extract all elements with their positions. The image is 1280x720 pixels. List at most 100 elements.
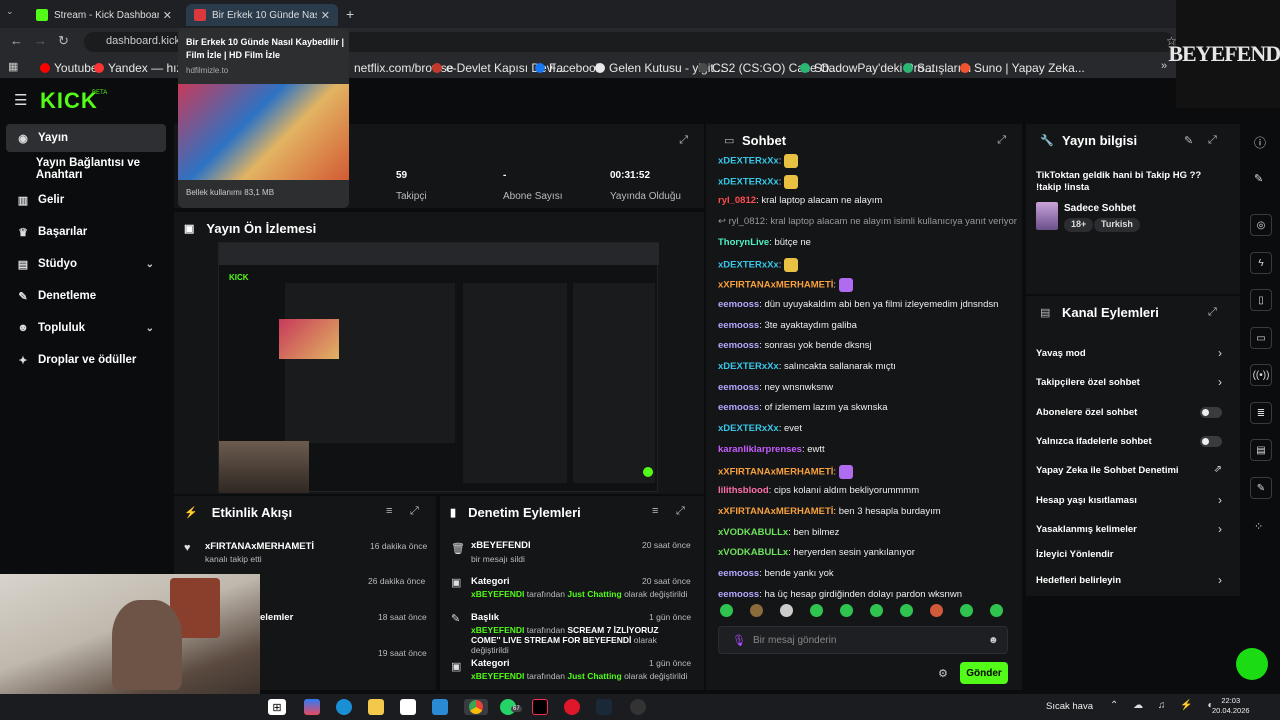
- chat-icon[interactable]: ▭: [1250, 327, 1272, 349]
- chat-username[interactable]: lilithsblood: [718, 485, 769, 496]
- chat-username[interactable]: ryl_0812: [729, 216, 765, 227]
- microphone-icon[interactable]: 🎙: [732, 634, 746, 647]
- chrome-icon[interactable]: [464, 699, 488, 715]
- channel-action-item[interactable]: Takipçilere özel sohbet: [1036, 377, 1140, 388]
- copilot-icon[interactable]: [304, 699, 320, 715]
- mail-icon[interactable]: [432, 699, 448, 715]
- emote-icon[interactable]: [960, 604, 973, 617]
- sidebar-item-droplar[interactable]: ✦ Droplar ve ödüller: [6, 346, 166, 374]
- channel-action-item[interactable]: Yapay Zeka ile Sohbet Denetimi: [1036, 465, 1179, 476]
- close-icon[interactable]: ✕: [163, 9, 172, 22]
- chat-username[interactable]: eemooss: [718, 589, 759, 600]
- chat-input[interactable]: Bir mesaj gönderin: [718, 626, 1008, 654]
- sidebar-item-gelir[interactable]: ▥ Gelir: [6, 186, 166, 214]
- obs-icon[interactable]: [630, 699, 646, 715]
- copy-icon[interactable]: ▯: [1250, 289, 1272, 311]
- back-arrow-icon[interactable]: ←: [10, 33, 23, 48]
- reload-icon[interactable]: ↻: [58, 33, 69, 49]
- expand-icon[interactable]: ⤢: [1208, 134, 1217, 147]
- pencil-icon[interactable]: ✎: [1254, 172, 1263, 185]
- emote-icon[interactable]: [900, 604, 913, 617]
- channel-action-item[interactable]: İzleyici Yönlendir: [1036, 549, 1113, 560]
- emoji-icon[interactable]: ☻: [988, 635, 999, 646]
- emote-icon[interactable]: [990, 604, 1003, 617]
- steam-icon[interactable]: [596, 699, 612, 715]
- chevron-right-icon[interactable]: ›: [1218, 346, 1222, 360]
- external-link-icon[interactable]: ⇗: [1214, 464, 1222, 475]
- chat-username[interactable]: xXFIRTANAxMERHAMETİ: [718, 506, 833, 517]
- chat-username[interactable]: xDEXTERxXx: [718, 156, 779, 167]
- toggle-switch[interactable]: [1200, 436, 1222, 447]
- send-button[interactable]: Gönder: [960, 662, 1008, 684]
- tab-search-chevron-icon[interactable]: ⌄: [6, 6, 14, 17]
- system-tray-icons[interactable]: ⌃ ☁ ♫ ⚡ ◐: [1110, 700, 1219, 711]
- bookmark-suno[interactable]: Suno | Yapay Zeka...: [960, 61, 1085, 75]
- bookmark-facebook[interactable]: Facebook: [535, 61, 602, 75]
- info-icon[interactable]: ⓘ: [1254, 134, 1266, 151]
- tiktok-icon[interactable]: [532, 699, 548, 715]
- chevron-right-icon[interactable]: ›: [1218, 375, 1222, 389]
- sidebar-item-topluluk[interactable]: ☻ Topluluk ⌄: [6, 314, 166, 342]
- filter-icon[interactable]: ≡: [652, 505, 658, 517]
- chevron-right-icon[interactable]: ›: [1218, 493, 1222, 507]
- emote-icon[interactable]: [750, 604, 763, 617]
- hamburger-menu-icon[interactable]: ☰: [14, 91, 27, 109]
- chevron-right-icon[interactable]: ›: [1218, 573, 1222, 587]
- forward-arrow-icon[interactable]: →: [34, 33, 47, 48]
- edit-pencil-icon[interactable]: ✎: [1184, 134, 1193, 147]
- chat-username[interactable]: eemooss: [718, 402, 759, 413]
- chat-username[interactable]: eemooss: [718, 299, 759, 310]
- chat-username[interactable]: xDEXTERxXx: [718, 177, 779, 188]
- emote-icon[interactable]: [870, 604, 883, 617]
- channel-action-item[interactable]: Yavaş mod: [1036, 348, 1086, 359]
- chevron-right-icon[interactable]: ›: [1218, 522, 1222, 536]
- expand-icon[interactable]: ⤢: [1208, 306, 1217, 319]
- explorer-icon[interactable]: [368, 699, 384, 715]
- chat-username[interactable]: xXFIRTANAxMERHAMETİ: [718, 467, 833, 478]
- channel-action-item[interactable]: Hedefleri belirleyin: [1036, 575, 1121, 586]
- filter-icon[interactable]: ≡: [386, 505, 392, 517]
- green-status-dot[interactable]: [1236, 648, 1268, 680]
- sidebar-item-baglanti[interactable]: Yayın Bağlantısı ve Anahtarı: [6, 155, 166, 183]
- lightning-icon[interactable]: ϟ: [1250, 252, 1272, 274]
- chat-username[interactable]: xVODKABULLx: [718, 527, 788, 538]
- tab-kick-dashboard[interactable]: Stream - Kick Dashboard ✕: [28, 4, 180, 26]
- clip-icon[interactable]: ◎: [1250, 214, 1272, 236]
- emote-icon[interactable]: [930, 604, 943, 617]
- sidebar-item-studyo[interactable]: ▤ Stüdyo ⌄: [6, 250, 166, 278]
- chat-username[interactable]: xXFIRTANAxMERHAMETİ: [718, 280, 833, 291]
- nodes-icon[interactable]: ⁘: [1254, 520, 1263, 533]
- chat-username[interactable]: eemooss: [718, 382, 759, 393]
- sidebar-item-denetleme[interactable]: ✎ Denetleme: [6, 282, 166, 310]
- chat-username[interactable]: eemooss: [718, 568, 759, 579]
- new-tab-plus-icon[interactable]: +: [346, 6, 354, 22]
- toggle-switch[interactable]: [1200, 407, 1222, 418]
- expand-icon[interactable]: ⤢: [676, 505, 685, 518]
- stack-icon[interactable]: ▤: [1250, 439, 1272, 461]
- chat-username[interactable]: xVODKABULLx: [718, 547, 788, 558]
- weather-text[interactable]: Sıcak hava: [1046, 701, 1093, 712]
- chat-username[interactable]: xDEXTERxXx: [718, 423, 779, 434]
- sidebar-item-yayin[interactable]: ◉ Yayın: [6, 124, 166, 152]
- category-name[interactable]: Sadece Sohbet: [1064, 203, 1136, 214]
- emote-icon[interactable]: [780, 604, 793, 617]
- chat-username[interactable]: eemooss: [718, 340, 759, 351]
- layers-icon[interactable]: ≣: [1250, 402, 1272, 424]
- broadcast-icon[interactable]: ((•)): [1250, 364, 1272, 386]
- taskbar-clock[interactable]: 22:03 20.04.2026: [1212, 696, 1250, 716]
- tab-film[interactable]: Bir Erkek 10 Günde Nasıl Kaybe... ✕: [186, 4, 338, 26]
- chat-username[interactable]: xDEXTERxXx: [718, 260, 779, 271]
- channel-action-item[interactable]: Yalnızca ifadelerle sohbet: [1036, 436, 1152, 447]
- bookmark-youtube[interactable]: Youtube: [40, 61, 98, 75]
- chat-username[interactable]: karanliklarprenses: [718, 444, 802, 455]
- taskview-icon[interactable]: ⊞: [268, 699, 286, 715]
- chat-username[interactable]: xDEXTERxXx: [718, 361, 779, 372]
- channel-action-item[interactable]: Yasaklanmış kelimeler: [1036, 524, 1137, 535]
- chat-username[interactable]: ThorynLive: [718, 237, 769, 248]
- expand-icon[interactable]: ⤢: [410, 505, 419, 518]
- apps-grid-icon[interactable]: ▦: [8, 60, 18, 73]
- gear-icon[interactable]: ⚙: [938, 667, 948, 680]
- wrench-icon[interactable]: ✎: [1250, 477, 1272, 499]
- chat-username[interactable]: ryl_0812: [718, 195, 756, 206]
- emote-icon[interactable]: [840, 604, 853, 617]
